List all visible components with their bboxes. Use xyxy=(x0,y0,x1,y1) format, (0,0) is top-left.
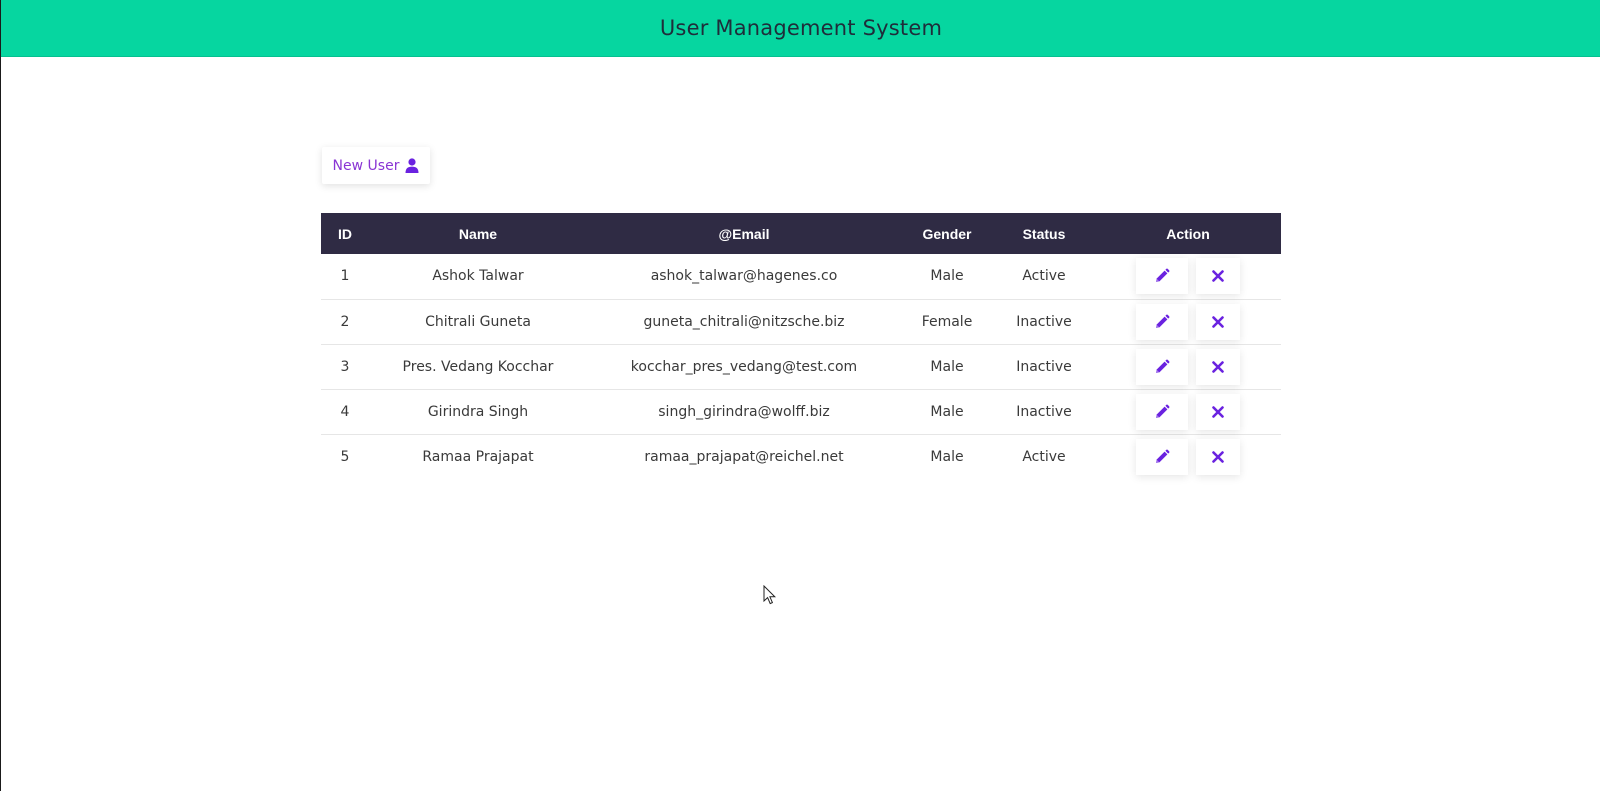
cell-status: Active xyxy=(1022,448,1066,465)
row-actions xyxy=(1095,348,1281,385)
close-icon xyxy=(1212,450,1224,463)
new-user-button[interactable]: New User xyxy=(322,147,430,184)
cell-email: ashok_talwar@hagenes.co xyxy=(650,268,838,285)
cell-actions xyxy=(1095,254,1281,299)
cell-gender: Male xyxy=(930,358,964,375)
cell-name: Girindra Singh xyxy=(427,403,529,420)
cell-id: 4 xyxy=(340,403,350,420)
column-header-gender: Gender xyxy=(922,225,972,242)
delete-button[interactable] xyxy=(1196,258,1240,295)
cell-email: singh_girindra@wolff.biz xyxy=(658,403,830,420)
table-row: 1 Ashok Talwar ashok_talwar@hagenes.co Male… xyxy=(321,254,1281,299)
delete-button[interactable] xyxy=(1196,348,1240,385)
cell-gender: Male xyxy=(930,403,964,420)
new-user-label: New User xyxy=(332,157,400,174)
cell-name: Pres. Vedang Kocchar xyxy=(402,358,554,375)
row-actions xyxy=(1095,258,1281,295)
cell-gender: Male xyxy=(930,448,964,465)
edit-button[interactable] xyxy=(1136,258,1188,295)
row-actions xyxy=(1095,438,1281,475)
close-icon xyxy=(1212,270,1224,283)
cell-email: guneta_chitrali@nitzsche.biz xyxy=(643,313,845,330)
app-title: User Management System xyxy=(659,16,943,40)
column-header-id: ID xyxy=(338,225,352,242)
row-actions xyxy=(1095,303,1281,340)
cell-status: Inactive xyxy=(1016,313,1072,330)
cell-status: Inactive xyxy=(1016,358,1072,375)
mouse-cursor-icon xyxy=(763,585,777,605)
edit-button[interactable] xyxy=(1136,393,1188,430)
table-row: 4 Girindra Singh singh_girindra@wolff.biz M… xyxy=(321,389,1281,434)
cell-email: kocchar_pres_vedang@test.com xyxy=(630,358,858,375)
pencil-icon xyxy=(1154,268,1170,284)
delete-button[interactable] xyxy=(1196,303,1240,340)
cell-name: Ramaa Prajapat xyxy=(422,448,534,465)
table-row: 2 Chitrali Guneta guneta_chitrali@nitzsche… xyxy=(321,299,1281,344)
row-actions xyxy=(1095,393,1281,430)
close-icon xyxy=(1212,405,1224,418)
column-header-name: Name xyxy=(458,225,498,242)
page: User Management System New User ID Name … xyxy=(0,0,1600,791)
edit-button[interactable] xyxy=(1136,303,1188,340)
cell-name: Chitrali Guneta xyxy=(425,313,531,330)
column-header-action: Action xyxy=(1166,225,1210,242)
pencil-icon xyxy=(1154,314,1170,330)
edit-button[interactable] xyxy=(1136,348,1188,385)
table-body: 1 Ashok Talwar ashok_talwar@hagenes.co Male… xyxy=(321,254,1281,479)
cell-id: 2 xyxy=(340,313,350,330)
cell-status: Inactive xyxy=(1016,403,1072,420)
cell-status: Active xyxy=(1022,268,1066,285)
cell-name: Ashok Talwar xyxy=(432,268,524,285)
users-table: ID Name @Email Gender Status Action 1 Ash… xyxy=(321,213,1281,479)
cell-gender: Female xyxy=(921,313,973,330)
edit-button[interactable] xyxy=(1136,438,1188,475)
pencil-icon xyxy=(1154,359,1170,375)
close-icon xyxy=(1212,360,1224,373)
cell-actions xyxy=(1095,434,1281,479)
pencil-icon xyxy=(1154,449,1170,465)
column-header-status: Status xyxy=(1022,225,1066,242)
cell-actions xyxy=(1095,344,1281,389)
cell-id: 5 xyxy=(340,448,350,465)
cell-actions xyxy=(1095,299,1281,344)
table-row: 5 Ramaa Prajapat ramaa_prajapat@reichel.ne… xyxy=(321,434,1281,479)
close-icon xyxy=(1212,315,1224,328)
cell-id: 1 xyxy=(340,268,350,285)
column-header-email: @Email xyxy=(718,225,770,242)
table-row: 3 Pres. Vedang Kocchar kocchar_pres_vedang… xyxy=(321,344,1281,389)
app-header: User Management System xyxy=(1,0,1600,57)
cell-id: 3 xyxy=(340,358,350,375)
user-icon xyxy=(405,158,419,173)
delete-button[interactable] xyxy=(1196,438,1240,475)
cell-email: ramaa_prajapat@reichel.net xyxy=(644,448,844,465)
cell-gender: Male xyxy=(930,268,964,285)
pencil-icon xyxy=(1154,404,1170,420)
cell-actions xyxy=(1095,389,1281,434)
table-header-row: ID Name @Email Gender Status Action xyxy=(321,213,1281,254)
table-header: ID Name @Email Gender Status Action xyxy=(321,213,1281,254)
delete-button[interactable] xyxy=(1196,393,1240,430)
